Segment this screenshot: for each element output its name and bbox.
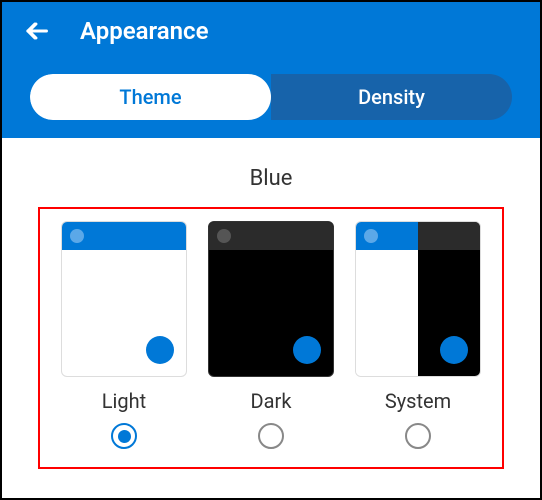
preview-light-icon <box>61 221 187 377</box>
theme-option-system[interactable]: System <box>348 221 488 449</box>
theme-option-dark-label: Dark <box>251 389 292 413</box>
theme-option-light[interactable]: Light <box>54 221 194 449</box>
tab-bar: Theme Density <box>2 60 540 138</box>
back-arrow-icon[interactable] <box>22 17 50 45</box>
preview-system-icon <box>355 221 481 377</box>
page-title: Appearance <box>80 17 209 45</box>
theme-option-system-label: System <box>385 389 451 413</box>
tab-theme-label: Theme <box>119 85 181 109</box>
radio-system[interactable] <box>405 423 431 449</box>
radio-dark[interactable] <box>258 423 284 449</box>
tab-density-label: Density <box>358 85 425 109</box>
theme-options-group: Light Dark System <box>38 207 504 469</box>
theme-option-light-label: Light <box>102 389 146 413</box>
radio-light[interactable] <box>111 423 137 449</box>
theme-option-dark[interactable]: Dark <box>201 221 341 449</box>
color-section-label: Blue <box>2 166 540 191</box>
tab-theme[interactable]: Theme <box>30 74 271 120</box>
preview-dark-icon <box>208 221 334 377</box>
tab-density[interactable]: Density <box>271 74 512 120</box>
app-header: Appearance <box>2 2 540 60</box>
